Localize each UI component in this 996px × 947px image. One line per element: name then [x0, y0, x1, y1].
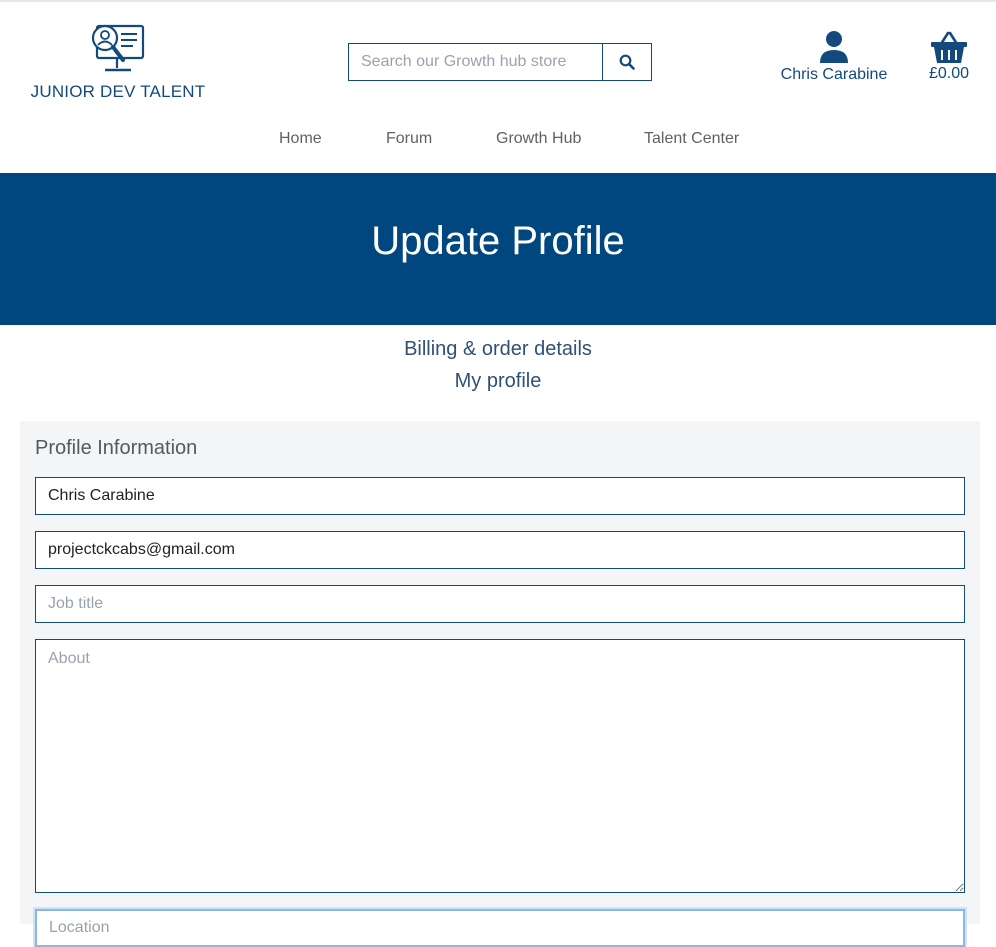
billing-order-details-link[interactable]: Billing & order details	[0, 333, 996, 365]
profile-sublinks: Billing & order details My profile	[0, 333, 996, 397]
nav-item-home[interactable]: Home	[279, 130, 322, 148]
email-field[interactable]	[35, 531, 965, 569]
search-button[interactable]	[603, 44, 651, 80]
profile-panel-title: Profile Information	[35, 437, 198, 459]
search-icon	[619, 54, 635, 70]
basket-link[interactable]: £0.00	[922, 30, 976, 83]
basket-total: £0.00	[928, 65, 970, 82]
account-link[interactable]: Chris Carabine	[778, 30, 890, 84]
my-profile-link[interactable]: My profile	[0, 365, 996, 397]
nav-item-forum[interactable]: Forum	[386, 130, 432, 148]
profile-panel: Profile Information	[20, 421, 980, 947]
search-bar	[348, 43, 652, 81]
account-name: Chris Carabine	[780, 66, 888, 83]
page-banner: Update Profile	[0, 173, 996, 325]
location-field[interactable]	[35, 909, 965, 947]
brand-name: JUNIOR DEV TALENT	[30, 82, 206, 101]
nav-item-growth-hub[interactable]: Growth Hub	[496, 130, 581, 148]
user-icon	[820, 31, 848, 63]
basket-icon	[931, 31, 967, 63]
main-nav: Home Forum Growth Hub Talent Center	[0, 130, 996, 154]
monitor-magnifier-person-icon	[91, 24, 145, 72]
job-title-field[interactable]	[35, 585, 965, 623]
about-field[interactable]	[35, 639, 965, 893]
search-input[interactable]	[349, 44, 603, 80]
top-border	[0, 0, 996, 2]
name-field[interactable]	[35, 477, 965, 515]
page-title: Update Profile	[371, 218, 625, 263]
nav-item-talent-center[interactable]: Talent Center	[644, 130, 739, 148]
brand-logo[interactable]: JUNIOR DEV TALENT	[28, 20, 208, 104]
